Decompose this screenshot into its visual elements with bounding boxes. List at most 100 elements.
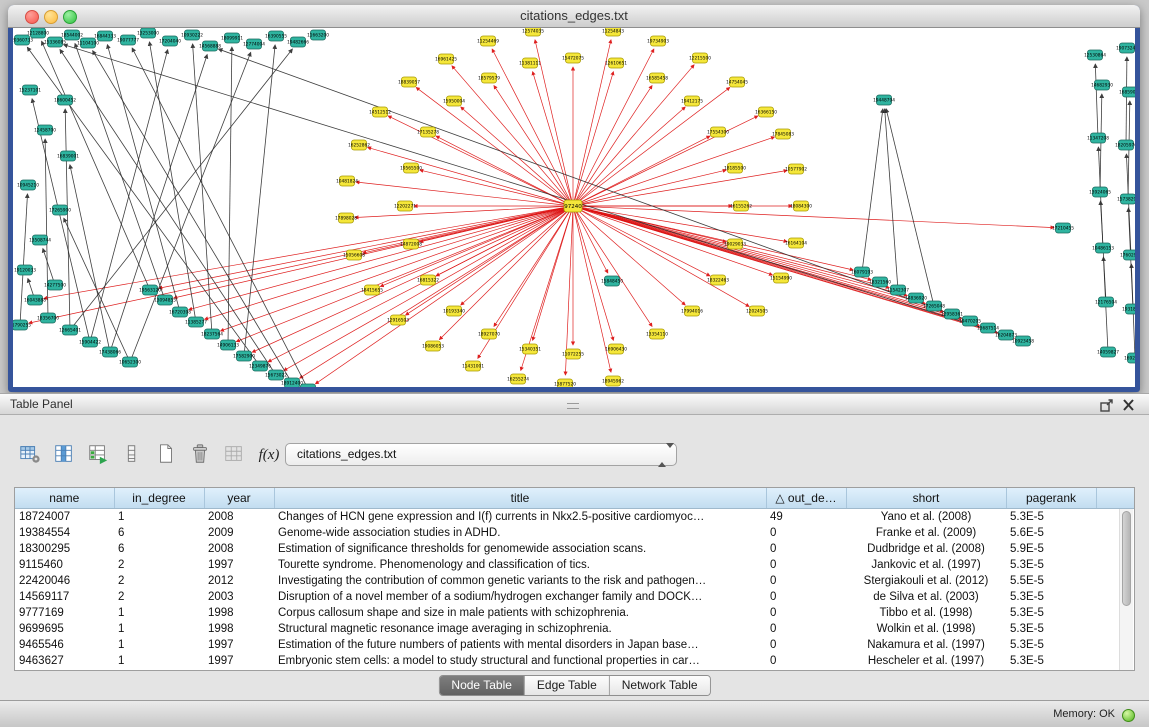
graph-node-label: 12610651 <box>605 61 627 67</box>
graph-edge <box>159 206 573 288</box>
graph-node-label: 19470205 <box>959 319 981 325</box>
graph-node-label: 97240 <box>564 204 582 210</box>
graph-node-label: 17845083 <box>772 132 794 138</box>
graph-node-label: 20360733 <box>13 38 33 44</box>
table-row[interactable]: 1456911722003Disruption of a novel membe… <box>15 589 1134 605</box>
graph-node-label: 19086053 <box>422 344 444 350</box>
table-row[interactable]: 946554611997Estimation of the future num… <box>15 637 1134 653</box>
row-height-icon[interactable] <box>118 441 146 469</box>
graph-edge <box>244 45 275 356</box>
create-table-icon[interactable] <box>152 441 180 469</box>
window-titlebar[interactable]: citations_edges.txt <box>8 5 1140 28</box>
graph-node-label: 19563120 <box>139 288 161 294</box>
network-canvas[interactable]: 2036073312128800153360851854400211104100… <box>13 28 1135 387</box>
graph-node-label: 16366150 <box>755 110 777 116</box>
graph-node-label: 17554300 <box>707 130 729 136</box>
graph-node-label: 11254469 <box>477 39 499 45</box>
graph-node-label: 12530864 <box>1084 53 1106 59</box>
graph-node-label: 18237564 <box>201 332 223 338</box>
column-header-in-degree[interactable]: in_degree <box>114 488 204 509</box>
fx-label: f(x) <box>252 441 286 469</box>
table-row[interactable]: 2242004622012Investigating the contribut… <box>15 573 1134 589</box>
table-row[interactable]: 946362711997Embryonic stem cells: a mode… <box>15 653 1134 669</box>
column-header-out-degree[interactable]: △ out_de… <box>766 488 846 509</box>
column-header-pagerank[interactable]: pagerank <box>1006 488 1096 509</box>
column-header-title[interactable]: title <box>274 488 766 509</box>
graph-edge <box>44 206 573 298</box>
graph-edge <box>420 170 573 206</box>
table-row[interactable]: 977716911998Corpus callosum shape and si… <box>15 605 1134 621</box>
graph-node-label: 16252862 <box>348 143 370 149</box>
graph-node-label: 14277500 <box>44 283 66 289</box>
table-row[interactable]: 1938455462009Genome-wide association stu… <box>15 525 1134 541</box>
table-mode-icon[interactable] <box>16 441 44 469</box>
table-row[interactable]: 911546021997Tourette syndrome. Phenomeno… <box>15 557 1134 573</box>
graph-edge <box>461 107 573 206</box>
column-header-short[interactable]: short <box>846 488 1006 509</box>
graph-edge <box>205 206 573 319</box>
scrollbar-thumb[interactable] <box>1122 511 1131 606</box>
graph-node-label: 18839057 <box>398 80 420 86</box>
float-panel-icon[interactable] <box>1099 398 1115 413</box>
table-panel-header[interactable]: Table Panel <box>0 393 1149 415</box>
graph-edge <box>452 66 573 206</box>
tab-edge-table[interactable]: Edge Table <box>525 676 610 695</box>
graph-node-label: 11431001 <box>462 364 484 370</box>
graph-node-label: 14872008 <box>400 242 422 248</box>
table-panel-title: Table Panel <box>10 394 73 416</box>
panel-drag-handle[interactable] <box>567 403 579 409</box>
graph-node-label: 13508744 <box>29 238 51 244</box>
graph-node-label: 11254843 <box>602 29 624 35</box>
import-table-icon[interactable] <box>84 441 112 469</box>
close-panel-icon[interactable] <box>1121 398 1137 413</box>
graph-edge <box>573 170 787 206</box>
table-row[interactable]: 969969511998Structural magnetic resonanc… <box>15 621 1134 637</box>
graph-node-label: 13094855 <box>154 298 176 304</box>
column-header-year[interactable]: year <box>204 488 274 509</box>
tab-network-table[interactable]: Network Table <box>610 676 710 695</box>
graph-node-label: 19482666 <box>287 40 309 46</box>
graph-node-label: 18415655 <box>361 288 383 294</box>
memory-status-label[interactable]: Memory: OK <box>1053 701 1115 727</box>
graph-node-label: 14682930 <box>1091 83 1113 89</box>
tab-node-table[interactable]: Node Table <box>439 676 525 695</box>
graph-edge <box>45 139 48 318</box>
column-header-name[interactable]: name <box>15 488 114 509</box>
graph-node-label: 14059827 <box>1097 350 1119 356</box>
graph-node-label: 13877520 <box>554 382 576 387</box>
graph-edge <box>416 87 573 206</box>
network-table-select[interactable]: citations_edges.txt <box>285 443 677 466</box>
graph-edge <box>60 49 276 375</box>
graph-edge <box>573 136 710 206</box>
show-columns-icon[interactable] <box>50 441 78 469</box>
graph-node-label: 19029033 <box>724 242 746 248</box>
graph-edge <box>315 206 573 384</box>
graph-edge <box>42 41 150 290</box>
graph-node-label: 12024505 <box>746 309 768 315</box>
graph-node-label: 17438066 <box>99 350 121 356</box>
graph-node-label: 18185500 <box>724 166 746 172</box>
combo-stepper-icon <box>658 448 667 462</box>
table-row[interactable]: 1830029562008Estimation of significance … <box>15 541 1134 557</box>
graph-edge <box>886 109 934 306</box>
graph-node-label: 19734903 <box>647 39 669 45</box>
graph-node-label: 17210455 <box>1052 226 1074 232</box>
graph-node-label: 16043888 <box>24 298 46 304</box>
table-vertical-scrollbar[interactable] <box>1119 509 1133 670</box>
function-builder-icon[interactable]: f(x) <box>252 441 286 469</box>
graph-edge <box>573 206 925 304</box>
graph-node-label: 13354110 <box>646 332 668 338</box>
table-row[interactable]: 1872400712008Changes of HCN gene express… <box>15 509 1134 526</box>
graph-edge <box>65 109 70 330</box>
graph-edge <box>573 107 685 206</box>
table-disabled-icon[interactable] <box>220 441 248 469</box>
graph-node-label: 10923458 <box>1012 339 1034 345</box>
delete-table-icon[interactable] <box>186 441 214 469</box>
network-graph[interactable]: 2036073312128800153360851854400211104100… <box>13 28 1135 387</box>
graph-edge <box>573 65 694 206</box>
graph-node-label: 17898028 <box>335 216 357 222</box>
node-table: name in_degree year title △ out_de… shor… <box>14 487 1135 671</box>
memory-status-indicator[interactable] <box>1122 709 1135 722</box>
table-header-row: name in_degree year title △ out_de… shor… <box>15 488 1134 509</box>
table-tabs: Node Table Edge Table Network Table <box>438 675 710 696</box>
